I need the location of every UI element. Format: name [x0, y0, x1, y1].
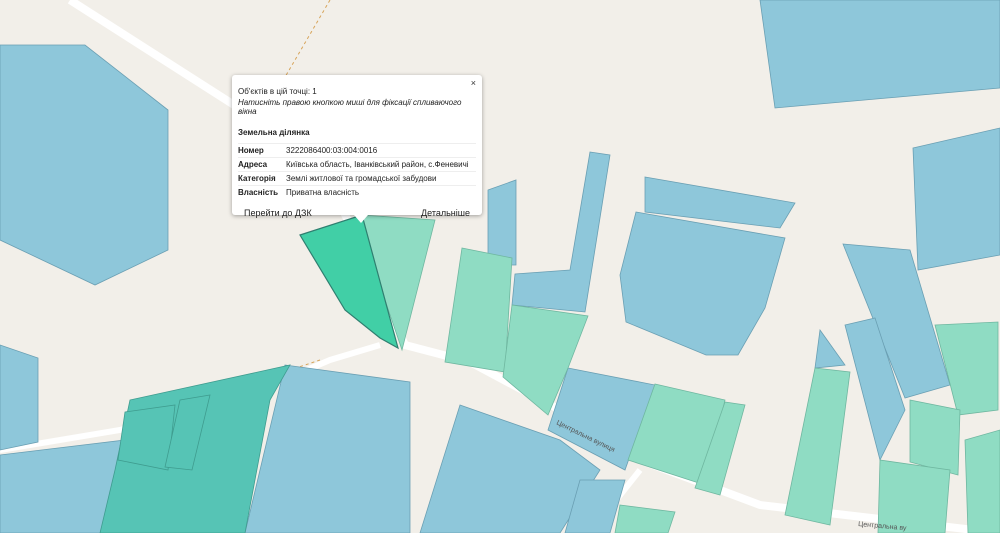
- parcel[interactable]: [444, 247, 513, 373]
- info-value: Землі житлової та громадської забудови: [286, 171, 476, 186]
- go-to-dzk-button[interactable]: Перейти до ДЗК: [238, 206, 318, 220]
- info-row-address: Адреса Київська область, Іванківський ра…: [238, 157, 476, 172]
- parcel[interactable]: [759, 0, 1000, 109]
- parcel[interactable]: [909, 399, 961, 476]
- info-value: 3222086400:03:004:0016: [286, 143, 476, 158]
- parcel[interactable]: [614, 504, 676, 533]
- close-icon[interactable]: ×: [471, 78, 476, 88]
- parcel[interactable]: [964, 429, 1000, 533]
- info-key: Номер: [238, 143, 286, 158]
- info-row-category: Категорія Землі житлової та громадської …: [238, 171, 476, 186]
- section-title: Земельна ділянка: [238, 128, 310, 137]
- parcel[interactable]: [487, 179, 517, 266]
- info-value: Приватна власність: [286, 185, 476, 199]
- info-row-number: Номер 3222086400:03:004:0016: [238, 143, 476, 158]
- parcel[interactable]: [0, 344, 39, 451]
- parcel-info-table: Номер 3222086400:03:004:0016 Адреса Київ…: [238, 143, 476, 199]
- info-key: Власність: [238, 185, 286, 199]
- parcel[interactable]: [0, 44, 169, 286]
- parcel[interactable]: [912, 127, 1000, 271]
- parcel[interactable]: [877, 459, 951, 533]
- parcel[interactable]: [619, 211, 786, 356]
- cadastral-map[interactable]: Центральна вулиця Центральна ву: [0, 0, 1000, 533]
- feature-info-popup: × Об'єктів в цій точці: 1 Натисніть прав…: [232, 75, 482, 223]
- popup-tip: [354, 215, 368, 223]
- info-value: Київська область, Іванківський район, с.…: [286, 157, 476, 172]
- parcel[interactable]: [814, 328, 846, 369]
- info-key: Категорія: [238, 171, 286, 186]
- objects-count: Об'єктів в цій точці: 1: [238, 87, 317, 96]
- parcel[interactable]: [511, 151, 611, 313]
- info-row-ownership: Власність Приватна власність: [238, 185, 476, 199]
- info-key: Адреса: [238, 157, 286, 172]
- popup-hint: Натисніть правою кнопкою миші для фіксац…: [238, 98, 462, 116]
- parcel[interactable]: [784, 367, 851, 526]
- details-button[interactable]: Детальніше: [415, 206, 476, 220]
